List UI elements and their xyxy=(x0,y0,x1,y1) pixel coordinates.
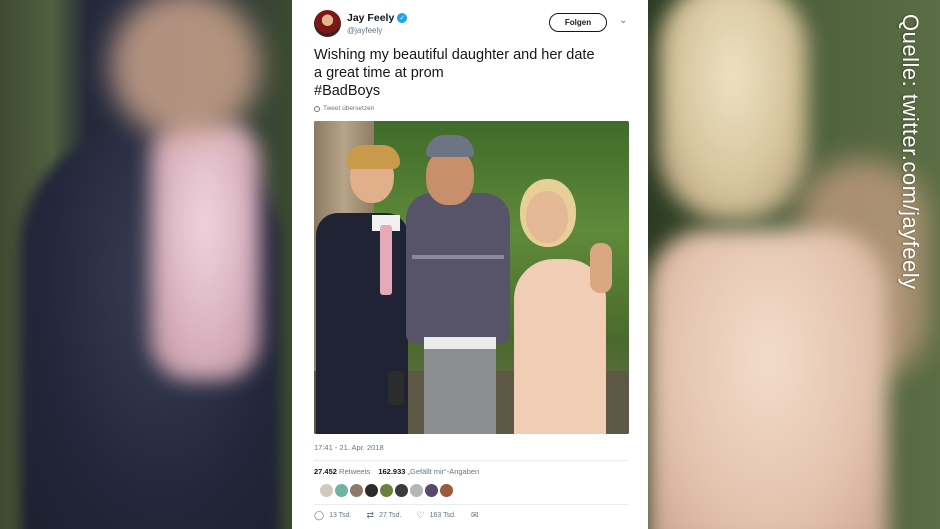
liker-avatar[interactable] xyxy=(380,484,393,497)
chevron-down-icon[interactable]: ⌄ xyxy=(619,15,627,26)
tweet-actions: ◯ 13 Tsd. ⇄ 27 Tsd. ♡ 163 Tsd. ✉ xyxy=(314,511,494,520)
divider xyxy=(314,460,628,461)
follow-button[interactable]: Folgen xyxy=(549,13,607,32)
avatar[interactable] xyxy=(314,10,341,37)
tweet-photo[interactable] xyxy=(314,121,629,434)
translate-label: Tweet übersetzen xyxy=(323,105,375,112)
person-daughter xyxy=(506,179,616,434)
like-button[interactable]: ♡ 163 Tsd. xyxy=(417,511,456,520)
liker-avatar[interactable] xyxy=(395,484,408,497)
message-button[interactable]: ✉ xyxy=(471,511,479,520)
retweets-label: Retweets xyxy=(339,467,371,476)
tweet-text-line-2: a great time at prom xyxy=(314,65,444,81)
blurred-dress xyxy=(648,230,888,529)
blurred-shirt xyxy=(150,120,260,380)
tweet-stats: 27.452 Retweets 162.933 „Gefällt mir“-An… xyxy=(314,467,479,476)
author-handle[interactable]: @jayfeely xyxy=(347,26,382,35)
tweet-timestamp[interactable]: 17:41 - 21. Apr. 2018 xyxy=(314,443,384,452)
retweet-button[interactable]: ⇄ 27 Tsd. xyxy=(367,511,402,520)
like-count: 163 Tsd. xyxy=(429,512,456,519)
retweet-count: 27 Tsd. xyxy=(379,512,402,519)
envelope-icon: ✉ xyxy=(470,510,479,520)
liker-avatar[interactable] xyxy=(440,484,453,497)
reply-button[interactable]: ◯ 13 Tsd. xyxy=(314,511,352,520)
translate-tweet-link[interactable]: Tweet übersetzen xyxy=(314,105,374,112)
reply-count: 13 Tsd. xyxy=(329,512,352,519)
tweet-header: Jay Feely ✓ @jayfeely Folgen ⌄ xyxy=(314,10,630,40)
liker-avatar[interactable] xyxy=(350,484,363,497)
liker-avatar[interactable] xyxy=(335,484,348,497)
liker-avatar[interactable] xyxy=(410,484,423,497)
reply-icon: ◯ xyxy=(314,510,325,520)
author-name[interactable]: Jay Feely xyxy=(347,12,394,24)
liker-avatar[interactable] xyxy=(425,484,438,497)
likes-count: 162.933 xyxy=(378,467,406,476)
hashtag-link[interactable]: #BadBoys xyxy=(314,82,634,100)
handgun-prop xyxy=(388,371,404,405)
likes-label: „Gefällt mir“-Angaben xyxy=(407,467,480,476)
tweet-text: Wishing my beautiful daughter and her da… xyxy=(314,46,634,100)
source-label: Quelle: twitter.com/jayfeely xyxy=(898,14,923,290)
retweets-count: 27.452 xyxy=(314,467,337,476)
divider xyxy=(314,504,628,505)
author-name-row: Jay Feely ✓ xyxy=(347,12,408,24)
blurred-background-left xyxy=(0,0,292,529)
retweets-stat[interactable]: 27.452 Retweets xyxy=(314,467,370,476)
liker-avatar[interactable] xyxy=(320,484,333,497)
liker-avatar[interactable] xyxy=(365,484,378,497)
tweet-card: Jay Feely ✓ @jayfeely Folgen ⌄ Wishing m… xyxy=(292,0,648,529)
retweet-icon: ⇄ xyxy=(366,510,375,520)
tweet-text-line-1: Wishing my beautiful daughter and her da… xyxy=(314,47,595,63)
likes-stat[interactable]: 162.933 „Gefällt mir“-Angaben xyxy=(378,467,479,476)
verified-badge-icon: ✓ xyxy=(397,13,408,23)
globe-icon xyxy=(314,105,320,112)
blurred-hair xyxy=(658,0,808,220)
blurred-face xyxy=(110,0,260,140)
liker-avatars xyxy=(320,484,453,497)
heart-icon: ♡ xyxy=(416,510,425,520)
